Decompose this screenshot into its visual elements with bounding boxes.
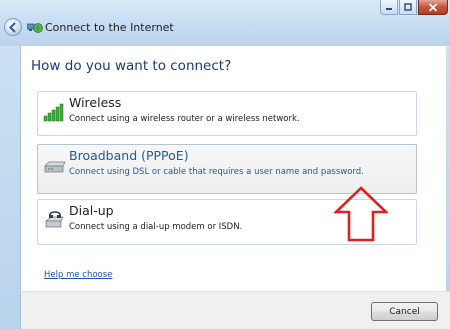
option-description: Connect using DSL or cable that requires… (69, 167, 364, 177)
dialup-phone-icon (45, 211, 64, 228)
help-me-choose-link[interactable]: Help me choose (44, 270, 112, 280)
page-heading: How do you want to connect? (31, 58, 232, 74)
title-bar: Connect to the Internet (0, 0, 450, 46)
minimize-button[interactable] (380, 0, 398, 15)
option-title: Wireless (69, 95, 122, 110)
dialog-content: How do you want to connect? Wireless Con… (20, 46, 446, 291)
option-title: Dial-up (69, 203, 114, 218)
back-button[interactable] (4, 18, 22, 36)
maximize-button[interactable] (399, 0, 417, 15)
close-button[interactable] (418, 0, 448, 15)
network-globe-icon (27, 23, 43, 33)
close-icon (428, 2, 438, 12)
option-description: Connect using a wireless router or a wir… (69, 114, 300, 124)
caption-controls (380, 0, 448, 15)
red-arrow-annotation (334, 186, 388, 242)
dialog-footer: Cancel (20, 291, 450, 329)
back-arrow-icon (9, 22, 16, 33)
wireless-signal-icon (43, 103, 64, 122)
maximize-icon (404, 3, 412, 11)
broadband-modem-icon (44, 161, 66, 173)
option-title: Broadband (PPPoE) (69, 148, 189, 163)
minimize-icon (386, 8, 392, 10)
option-description: Connect using a dial-up modem or ISDN. (69, 222, 243, 232)
cancel-button[interactable]: Cancel (371, 302, 438, 321)
window-title: Connect to the Internet (45, 21, 174, 34)
option-wireless[interactable]: Wireless Connect using a wireless router… (37, 91, 417, 136)
